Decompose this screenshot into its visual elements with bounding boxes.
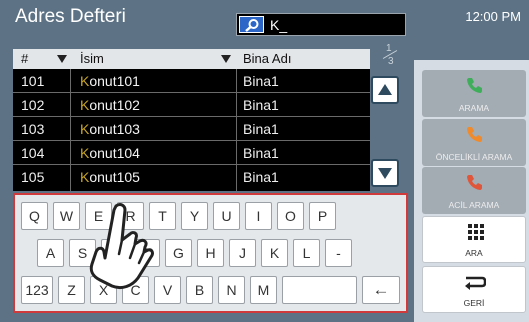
clock: 12:00 PM	[465, 9, 521, 24]
row-number: 105	[21, 169, 45, 185]
row-number: 101	[21, 73, 45, 89]
call-button[interactable]: ARAMA	[422, 70, 526, 117]
row-name: Konut104	[80, 145, 140, 161]
table-row[interactable]: 105 Konut105 Bina1	[13, 165, 370, 189]
status-bar: 12:00 PM	[414, 0, 529, 60]
column-header-building[interactable]: Bina Adı	[243, 51, 291, 66]
priority-call-button-label: ÖNCELİKLİ ARAMA	[435, 152, 513, 162]
address-book-panel: Adres Defteri K_ # İsim Bina Adı 101 Kon…	[0, 0, 414, 322]
row-building: Bina1	[243, 97, 279, 113]
table-row[interactable]: 103 Konut103 Bina1	[13, 117, 370, 141]
search-input[interactable]: K_	[236, 13, 406, 36]
key-space[interactable]	[282, 276, 357, 304]
row-number: 103	[21, 121, 45, 137]
key-g[interactable]: G	[165, 239, 192, 267]
on-screen-keyboard: Q W E R T Y U I O P A S D F G H J K L - …	[13, 193, 408, 313]
key-numeric-mode[interactable]: 123	[21, 276, 53, 304]
key-a[interactable]: A	[37, 239, 64, 267]
scroll-up-button[interactable]	[371, 76, 399, 104]
row-name: Konut103	[80, 121, 140, 137]
address-book-screen: Adres Defteri K_ # İsim Bina Adı 101 Kon…	[0, 0, 529, 322]
return-arrow-icon	[465, 276, 486, 290]
row-name: Konut101	[80, 73, 140, 89]
emergency-call-button-label: ACİL ARAMA	[448, 200, 500, 210]
table-row[interactable]: 102 Konut102 Bina1	[13, 93, 370, 117]
row-number: 104	[21, 145, 45, 161]
key-j[interactable]: J	[229, 239, 256, 267]
phone-icon	[467, 127, 482, 142]
name-match: K	[80, 145, 90, 161]
key-q[interactable]: Q	[21, 202, 48, 230]
key-u[interactable]: U	[213, 202, 240, 230]
contact-list: 101 Konut101 Bina1 102 Konut102 Bina1 10…	[13, 69, 370, 191]
table-row[interactable]: 104 Konut104 Bina1	[13, 141, 370, 165]
key-l[interactable]: L	[293, 239, 320, 267]
name-rest: onut101	[89, 73, 140, 89]
name-match: K	[80, 73, 90, 89]
row-building: Bina1	[243, 169, 279, 185]
touch-hand-icon	[89, 203, 154, 290]
name-match: K	[80, 121, 90, 137]
column-header-number[interactable]: #	[21, 51, 28, 66]
emergency-call-button[interactable]: ACİL ARAMA	[422, 167, 526, 214]
back-button-label: GERİ	[463, 298, 485, 308]
name-rest: onut105	[89, 169, 140, 185]
key-h[interactable]: H	[197, 239, 224, 267]
key-w[interactable]: W	[53, 202, 80, 230]
page-indicator: 1 3	[380, 43, 400, 67]
scroll-down-button[interactable]	[371, 159, 399, 187]
row-building: Bina1	[243, 121, 279, 137]
table-row[interactable]: 101 Konut101 Bina1	[13, 69, 370, 93]
sort-triangle-icon[interactable]	[57, 55, 67, 63]
keypad-icon	[468, 224, 484, 240]
magnifier-icon	[245, 19, 259, 32]
name-rest: onut104	[89, 145, 140, 161]
priority-call-button[interactable]: ÖNCELİKLİ ARAMA	[422, 119, 526, 166]
row-name: Konut105	[80, 169, 140, 185]
key-b[interactable]: B	[186, 276, 213, 304]
key-y[interactable]: Y	[181, 202, 208, 230]
name-rest: onut102	[89, 97, 140, 113]
back-button[interactable]: GERİ	[422, 266, 526, 313]
dial-button-label: ARA	[465, 248, 483, 258]
phone-icon	[467, 175, 482, 190]
name-match: K	[80, 169, 90, 185]
dial-button[interactable]: ARA	[422, 216, 526, 263]
search-button[interactable]	[239, 16, 264, 33]
key-o[interactable]: O	[277, 202, 304, 230]
call-button-label: ARAMA	[458, 103, 490, 113]
key-n[interactable]: N	[218, 276, 245, 304]
page-title: Adres Defteri	[15, 6, 126, 27]
up-arrow-icon	[378, 84, 392, 95]
column-header-name[interactable]: İsim	[80, 51, 104, 66]
down-arrow-icon	[378, 168, 392, 179]
sort-triangle-icon[interactable]	[221, 55, 231, 63]
key-i[interactable]: I	[245, 202, 272, 230]
key-k[interactable]: K	[261, 239, 288, 267]
key-m[interactable]: M	[250, 276, 277, 304]
phone-icon	[467, 78, 482, 93]
row-name: Konut102	[80, 97, 140, 113]
key-backspace[interactable]: ←	[362, 276, 400, 304]
name-rest: onut103	[89, 121, 140, 137]
search-value: K_	[270, 17, 288, 33]
row-number: 102	[21, 97, 45, 113]
table-header: # İsim Bina Adı	[13, 49, 370, 69]
page-total: 3	[388, 56, 394, 67]
key-p[interactable]: P	[309, 202, 336, 230]
action-panel: 12:00 PM ARAMA ÖNCELİKLİ ARAMA ACİL ARAM…	[414, 0, 529, 322]
row-building: Bina1	[243, 73, 279, 89]
key-v[interactable]: V	[154, 276, 181, 304]
row-building: Bina1	[243, 145, 279, 161]
name-match: K	[80, 97, 90, 113]
key-hyphen[interactable]: -	[325, 239, 352, 267]
